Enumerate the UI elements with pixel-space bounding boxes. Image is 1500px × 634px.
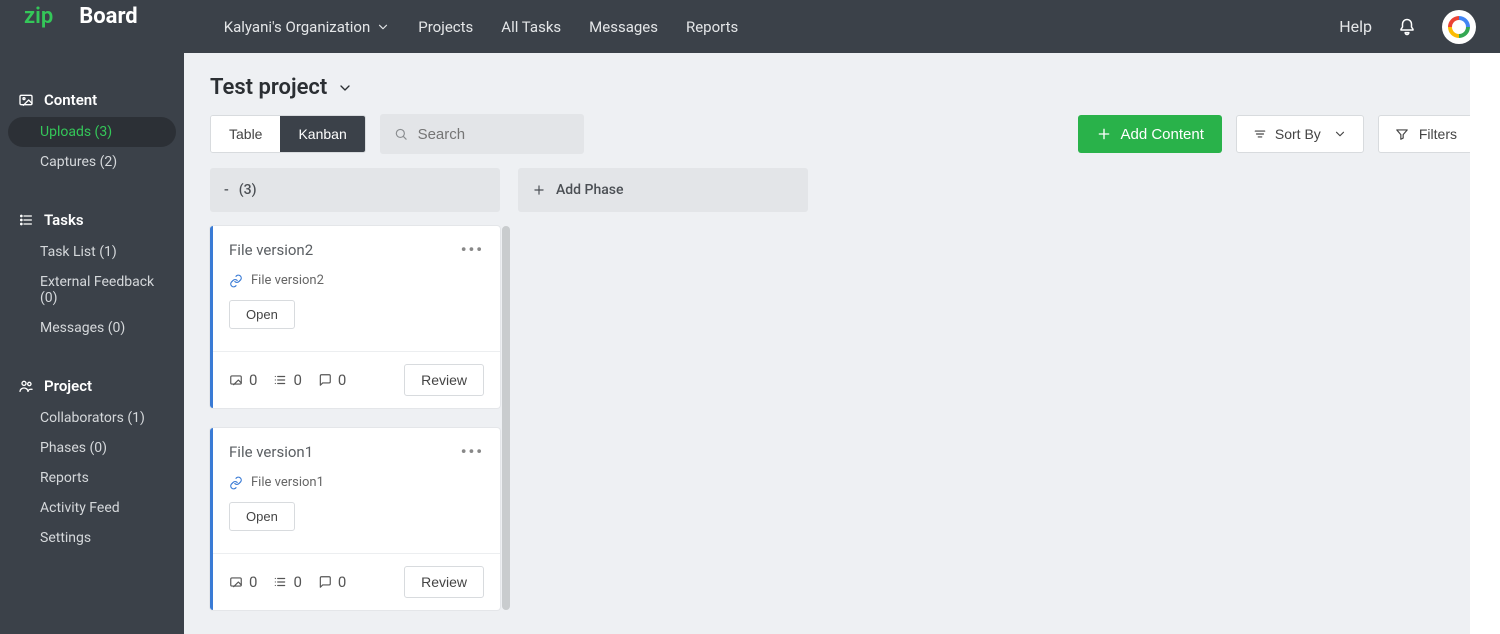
filters-label: Filters (1419, 126, 1457, 142)
logo[interactable]: zipBoard (24, 4, 164, 49)
sidebar-group-project: Project (0, 369, 184, 403)
chevron-down-icon (376, 20, 390, 34)
top-nav: zipBoard Kalyani's Organization Projects… (0, 0, 1500, 53)
search-icon (394, 126, 408, 142)
card-title: File version2 (229, 241, 313, 259)
add-content-button[interactable]: Add Content (1078, 115, 1221, 153)
filters-button[interactable]: Filters (1378, 115, 1474, 153)
filter-icon (1395, 127, 1409, 141)
main: Test project Table Kanban Add Content (184, 53, 1500, 634)
task-count: 0 (273, 573, 301, 591)
sidebar-item-captures[interactable]: Captures (2) (0, 147, 184, 177)
comment-count: 0 (318, 573, 346, 591)
card-link-row: File version2 (229, 273, 484, 288)
list-icon (18, 212, 34, 228)
page-header: Test project (184, 53, 1500, 114)
list-icon (273, 373, 287, 387)
comment-icon (318, 373, 332, 387)
content-card[interactable]: File version2 ••• File version2 Open (210, 226, 500, 408)
card-more-button[interactable]: ••• (461, 240, 484, 259)
search-input[interactable] (418, 126, 570, 143)
sidebar-heading-content: Content (44, 91, 97, 109)
review-button[interactable]: Review (404, 566, 484, 598)
sidebar-item-activity-feed[interactable]: Activity Feed (0, 493, 184, 523)
kanban-column: - (3) File version2 ••• File version2 (210, 168, 500, 614)
page-title: Test project (210, 75, 327, 100)
column-body: File version2 ••• File version2 Open (210, 226, 500, 610)
sidebar-heading-project: Project (44, 377, 92, 395)
sidebar-item-task-list[interactable]: Task List (1) (0, 237, 184, 267)
nav-all-tasks[interactable]: All Tasks (501, 18, 561, 36)
kanban-board: - (3) File version2 ••• File version2 (184, 168, 1500, 634)
image-icon (18, 92, 34, 108)
review-button[interactable]: Review (404, 364, 484, 396)
sidebar-group-content: Content (0, 83, 184, 117)
card-title: File version1 (229, 443, 313, 461)
org-switcher[interactable]: Kalyani's Organization (224, 18, 391, 36)
column-collapse-dash: - (224, 182, 229, 198)
chevron-down-icon (337, 80, 353, 96)
image-count: 0 (229, 573, 257, 591)
sidebar-heading-tasks: Tasks (44, 211, 84, 229)
sidebar-item-uploads[interactable]: Uploads (3) (8, 117, 176, 147)
card-link-text: File version1 (251, 475, 324, 490)
link-icon (229, 476, 243, 490)
org-name: Kalyani's Organization (224, 18, 371, 36)
card-link-text: File version2 (251, 273, 324, 288)
nav-reports[interactable]: Reports (686, 18, 738, 36)
card-link-row: File version1 (229, 475, 484, 490)
open-button[interactable]: Open (229, 300, 295, 329)
column-header[interactable]: - (3) (210, 168, 500, 212)
plus-icon (532, 183, 546, 197)
link-icon (229, 274, 243, 288)
image-count: 0 (229, 371, 257, 389)
nav-messages[interactable]: Messages (589, 18, 658, 36)
sidebar-group-tasks: Tasks (0, 203, 184, 237)
content-card[interactable]: File version1 ••• File version1 Open (210, 428, 500, 610)
comment-count: 0 (318, 371, 346, 389)
image-icon (229, 373, 243, 387)
view-toggle: Table Kanban (210, 115, 366, 153)
avatar[interactable] (1442, 10, 1476, 44)
toolbar: Table Kanban Add Content Sort By (184, 114, 1500, 168)
sidebar-item-collaborators[interactable]: Collaborators (1) (0, 403, 184, 433)
project-switcher[interactable]: Test project (210, 75, 1474, 100)
users-icon (18, 378, 34, 394)
nav-projects[interactable]: Projects (418, 18, 473, 36)
column-count: (3) (239, 182, 257, 198)
logo-zip: zip (24, 4, 53, 29)
logo-board: Board (53, 4, 163, 49)
add-phase-button[interactable]: Add Phase (518, 168, 808, 212)
sidebar-item-reports[interactable]: Reports (0, 463, 184, 493)
column-scrollbar[interactable] (502, 226, 510, 610)
nav-items: Kalyani's Organization Projects All Task… (224, 18, 739, 36)
card-more-button[interactable]: ••• (461, 442, 484, 461)
sort-label: Sort By (1275, 126, 1321, 142)
add-phase-label: Add Phase (556, 182, 624, 198)
view-table-button[interactable]: Table (211, 116, 280, 152)
add-phase-column: Add Phase (518, 168, 808, 614)
help-link[interactable]: Help (1339, 17, 1372, 36)
avatar-icon (1448, 16, 1470, 38)
sidebar-item-messages[interactable]: Messages (0) (0, 313, 184, 343)
plus-icon (1096, 126, 1112, 142)
task-count: 0 (273, 371, 301, 389)
view-kanban-button[interactable]: Kanban (280, 116, 364, 152)
right-nav: Help (1339, 10, 1476, 44)
sidebar-item-external-feedback[interactable]: External Feedback (0) (0, 267, 184, 313)
search-box[interactable] (380, 114, 584, 154)
sidebar-item-settings[interactable]: Settings (0, 523, 184, 553)
chevron-down-icon (1333, 127, 1347, 141)
sort-button[interactable]: Sort By (1236, 115, 1364, 153)
sidebar: Content Uploads (3) Captures (2) Tasks T… (0, 53, 184, 634)
add-content-label: Add Content (1120, 126, 1203, 143)
open-button[interactable]: Open (229, 502, 295, 531)
sort-icon (1253, 127, 1267, 141)
image-icon (229, 575, 243, 589)
sidebar-item-phases[interactable]: Phases (0) (0, 433, 184, 463)
bell-icon[interactable] (1398, 18, 1416, 36)
comment-icon (318, 575, 332, 589)
list-icon (273, 575, 287, 589)
